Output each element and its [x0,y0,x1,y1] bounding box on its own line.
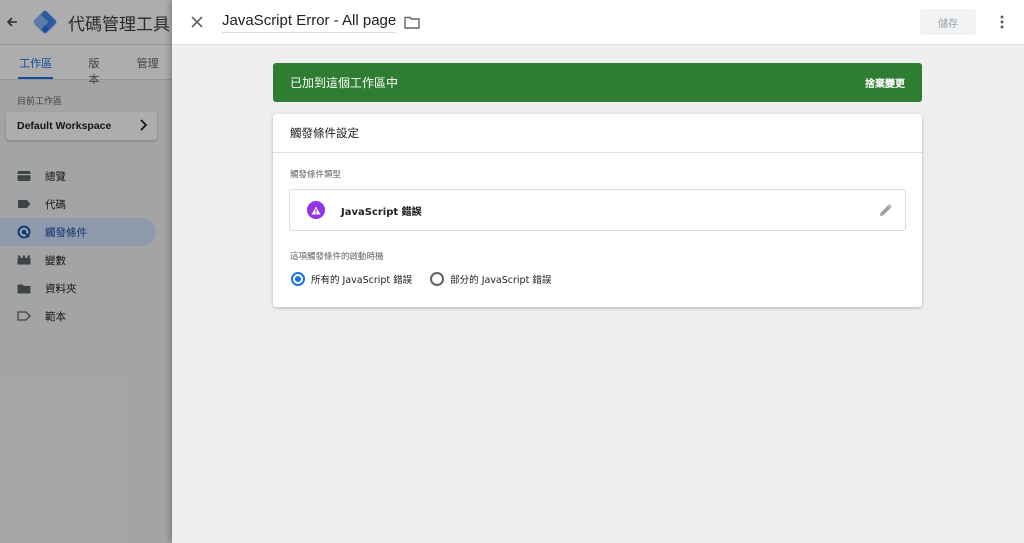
app-header: 代碼管理工具 [0,0,172,45]
panel-header: JavaScript Error - All page 儲存 [172,0,1024,45]
sidebar-item-triggers[interactable]: 觸發條件 [0,218,156,246]
workspace-tabs: 工作區 版本 管理 [0,45,172,86]
workspace-name: Default Workspace [17,120,112,132]
warning-icon [307,201,325,219]
radio-some-errors[interactable]: 部分的 JavaScript 錯誤 [430,272,551,286]
workspace-label: 目前工作區 [17,97,63,107]
back-arrow-icon[interactable] [0,0,24,45]
sidebar-item-label: 資料夾 [45,282,77,295]
sidebar-nav: 總覽 代碼 觸發條件 變數 資料夾 範本 [0,162,172,330]
sidebar-item-label: 觸發條件 [45,226,87,239]
more-vert-icon[interactable] [988,8,1016,36]
save-button[interactable]: 儲存 [920,9,976,35]
trigger-config-card: 觸發條件設定 觸發條件類型 JavaScript 錯誤 這項觸發條件的啟動時機 … [273,114,922,307]
pencil-icon[interactable] [879,203,892,217]
trigger-name-field[interactable]: JavaScript Error - All page [222,12,397,33]
discard-changes-button[interactable]: 捨棄變更 [865,75,905,90]
sidebar-item-label: 變數 [45,254,66,267]
card-heading: 觸發條件設定 [273,114,922,153]
close-icon[interactable] [172,0,222,45]
sidebar-item-folders[interactable]: 資料夾 [0,274,156,302]
gtm-logo-icon [32,9,58,35]
status-banner: 已加到這個工作區中 捨棄變更 [273,63,922,102]
sidebar-item-overview[interactable]: 總覽 [0,162,156,190]
folder-icon [17,281,31,295]
radio-selected-icon [291,272,305,286]
trigger-type-label: 觸發條件類型 [290,170,342,180]
folder-icon[interactable] [404,16,420,29]
radio-label: 所有的 JavaScript 錯誤 [311,275,413,286]
chevron-right-icon [139,118,148,134]
tab-workspace[interactable]: 工作區 [18,45,54,79]
radio-unselected-icon [430,272,445,286]
trigger-type-name: JavaScript 錯誤 [341,206,422,218]
template-icon [17,309,31,323]
sidebar-item-label: 總覽 [45,170,66,183]
tab-versions[interactable]: 版本 [83,45,104,86]
sidebar-item-label: 範本 [45,310,66,323]
radio-label: 部分的 JavaScript 錯誤 [450,275,552,286]
fire-on-options: 所有的 JavaScript 錯誤 部分的 JavaScript 錯誤 [291,272,922,286]
sidebar-item-templates[interactable]: 範本 [0,302,156,330]
trigger-editor-panel: JavaScript Error - All page 儲存 已加到這個工作區中… [172,0,1024,543]
sidebar-item-tags[interactable]: 代碼 [0,190,156,218]
app-sidebar: 代碼管理工具 工作區 版本 管理 目前工作區 Default Workspace… [0,0,172,543]
variables-icon [17,253,31,267]
sidebar-item-label: 代碼 [45,198,66,211]
tag-icon [17,197,31,211]
trigger-type-selector[interactable]: JavaScript 錯誤 [289,189,906,231]
radio-all-errors[interactable]: 所有的 JavaScript 錯誤 [291,272,412,286]
tab-admin[interactable]: 管理 [137,45,172,79]
app-title: 代碼管理工具 [68,14,170,35]
trigger-icon [17,225,31,239]
fire-on-label: 這項觸發條件的啟動時機 [290,252,384,262]
sidebar-item-variables[interactable]: 變數 [0,246,156,274]
overview-icon [17,169,31,183]
banner-text: 已加到這個工作區中 [290,76,399,90]
workspace-selector[interactable]: Default Workspace [6,112,157,140]
